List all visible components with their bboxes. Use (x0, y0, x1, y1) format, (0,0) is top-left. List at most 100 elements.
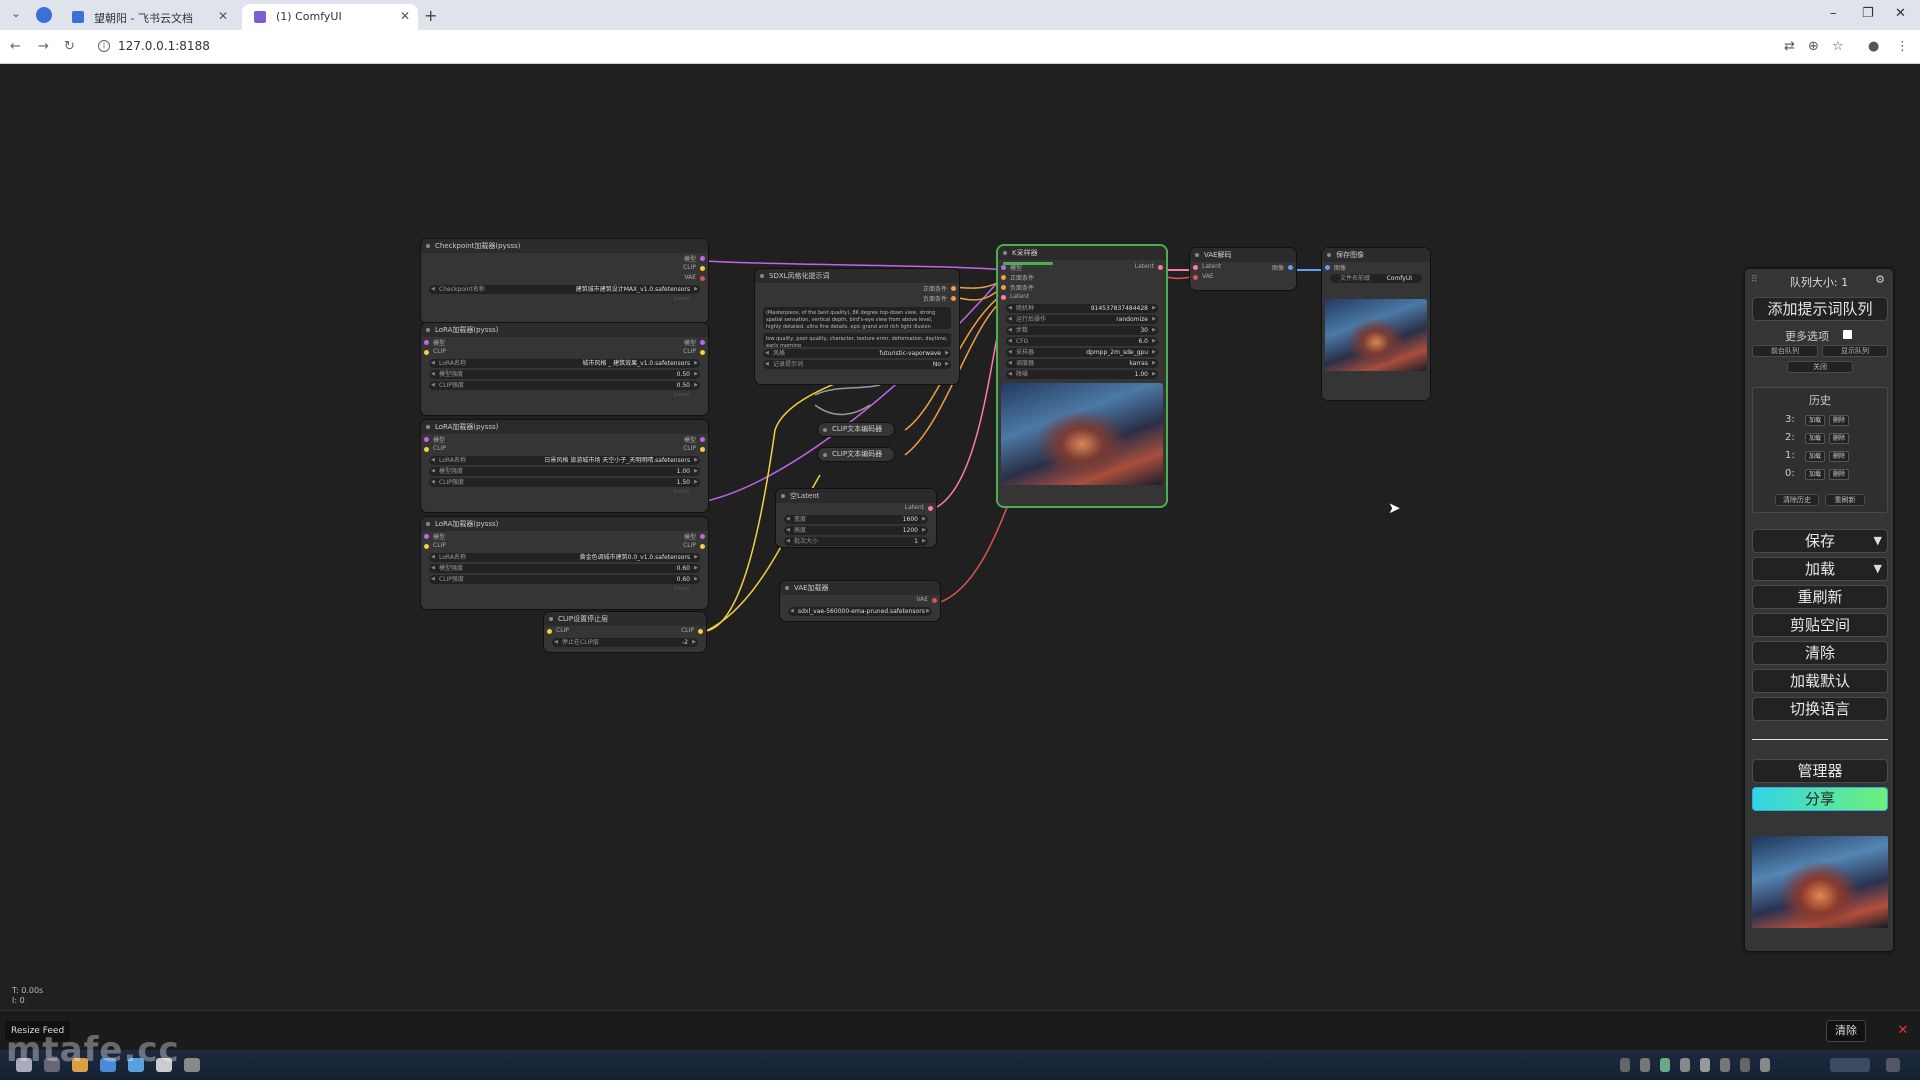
save-button[interactable]: 保存 ▼ (1752, 529, 1888, 553)
browser-extension-icon[interactable] (36, 7, 52, 23)
more-options-checkbox[interactable] (1843, 330, 1852, 339)
browser-menu-icon[interactable]: ⋮ (1896, 39, 1909, 54)
translate-icon[interactable]: ⇄ (1784, 39, 1795, 54)
load-button[interactable]: 加载 ▼ (1752, 557, 1888, 581)
tray-icon[interactable] (1760, 1058, 1770, 1072)
view-queue-button[interactable]: 显示队列 (1822, 345, 1888, 357)
width-widget[interactable]: 宽度 1600 (784, 515, 928, 524)
batch-size-widget[interactable]: 批次大小 1 (784, 537, 928, 546)
image-input-slot[interactable] (1325, 265, 1330, 270)
clip-output-slot[interactable] (698, 629, 703, 634)
empty-latent-node[interactable]: 空Latent Latent 宽度 1600 高度 1200 批次大小 1 (776, 489, 936, 547)
manager-button[interactable]: 管理器 (1752, 759, 1888, 783)
model-strength-widget[interactable]: 模型强度 0.60 (429, 564, 700, 573)
lora-name-widget[interactable]: LoRA名称 日景风格 旅游城市场 天空小子_天明明晴.safetensors (429, 456, 700, 465)
tab-search-icon[interactable]: ⌄ (8, 7, 24, 23)
latest-image-thumbnail[interactable] (1752, 836, 1888, 928)
model-strength-widget[interactable]: 模型强度 0.50 (429, 370, 700, 379)
clip-input-slot[interactable] (424, 544, 429, 549)
clip-output-slot[interactable] (700, 350, 705, 355)
control-after-generate-widget[interactable]: 运行后操作 randomize (1006, 315, 1158, 324)
clip-text-encode-node[interactable]: CLIP文本编码器 (818, 448, 894, 461)
sdxl-style-prompt-node[interactable]: SDXL风格化提示词 正面条件 负面条件 (Masterpiece, of th… (755, 269, 959, 384)
positive-prompt-textarea[interactable]: (Masterpiece, of the best quality), 8K d… (763, 307, 951, 329)
latent-input-slot[interactable] (1001, 295, 1006, 300)
url-field[interactable]: 127.0.0.1:8188 (118, 39, 210, 53)
minimize-window-icon[interactable]: – (1830, 6, 1837, 21)
save-image-node[interactable]: 保存图像 图像 文件名前缀 ComfyUI (1322, 248, 1430, 400)
tray-icon[interactable] (1720, 1058, 1730, 1072)
back-icon[interactable]: ← (10, 39, 21, 54)
clip-input-slot[interactable] (547, 629, 552, 634)
tray-icon[interactable] (1700, 1058, 1710, 1072)
app-icon[interactable] (184, 1058, 200, 1072)
load-default-button[interactable]: 加载默认 (1752, 669, 1888, 693)
sampler-widget[interactable]: 采样器 dpmpp_2m_sde_gpu (1006, 348, 1158, 357)
clipspace-button[interactable]: 剪贴空间 (1752, 613, 1888, 637)
steps-widget[interactable]: 步数 30 (1006, 326, 1158, 335)
negative-prompt-textarea[interactable]: low quality, poor quality, character, te… (763, 333, 951, 347)
close-window-icon[interactable]: ✕ (1895, 6, 1906, 21)
close-tab-icon[interactable]: ✕ (218, 9, 228, 23)
style-widget[interactable]: 风格 futuristic-vaporwave (763, 349, 951, 358)
profile-icon[interactable]: ● (1868, 39, 1879, 54)
bookmark-star-icon[interactable]: ☆ (1832, 39, 1844, 54)
new-tab-icon[interactable]: + (424, 6, 437, 25)
model-strength-widget[interactable]: 模型强度 1.00 (429, 467, 700, 476)
clip-strength-widget[interactable]: CLIP强度 0.60 (429, 575, 700, 584)
vae-name-widget[interactable]: sdxl_vae-560000-ema-pruned.safetensors (788, 607, 932, 616)
model-output-slot[interactable] (700, 340, 705, 345)
site-info-icon[interactable]: i (98, 40, 110, 52)
clear-history-button[interactable]: 清除历史 (1775, 494, 1819, 506)
positive-input-slot[interactable] (1001, 275, 1006, 280)
tray-icon[interactable] (1620, 1058, 1630, 1072)
positive-output-slot[interactable] (951, 286, 956, 291)
vae-decode-node[interactable]: VAE解码 Latent 图像 VAE (1190, 248, 1296, 290)
clip-output-slot[interactable] (700, 447, 705, 452)
history-load-button[interactable]: 加载 (1805, 415, 1825, 426)
tray-icon[interactable] (1640, 1058, 1650, 1072)
clear-workflow-button[interactable]: 清除 (1752, 641, 1888, 665)
model-input-slot[interactable] (1001, 265, 1006, 270)
lora-loader-node[interactable]: LoRA加载器(pysss) 模型 模型 CLIP CLIP LoRA名称 黄金色调城… (421, 517, 708, 609)
seed-widget[interactable]: 随机种 914537837484428 (1006, 304, 1158, 313)
negative-output-slot[interactable] (951, 296, 956, 301)
lora-loader-node[interactable]: LoRA加载器(pysss) 模型 模型 CLIP CLIP LoRA名称 城市风格 … (421, 323, 708, 415)
history-load-button[interactable]: 加载 (1805, 469, 1825, 480)
saved-image-preview[interactable] (1325, 299, 1427, 371)
latent-output-slot[interactable] (1158, 265, 1163, 270)
reload-icon[interactable]: ↻ (64, 39, 75, 54)
close-button[interactable]: 关闭 (1787, 361, 1853, 373)
model-output-slot[interactable] (700, 437, 705, 442)
share-button[interactable]: 分享 (1752, 787, 1888, 811)
queue-front-button[interactable]: 前台队列 (1752, 345, 1818, 357)
switch-language-button[interactable]: 切换语言 (1752, 697, 1888, 721)
tab-comfyui[interactable]: (1) ComfyUI ✕ (242, 4, 418, 30)
filename-prefix-widget[interactable]: 文件名前缀 ComfyUI (1330, 274, 1422, 283)
lora-name-widget[interactable]: LoRA名称 城市风格 _ 建筑效果_v1.0.safetensors (429, 359, 700, 368)
close-feed-icon[interactable]: ✕ (1894, 1022, 1912, 1040)
refresh-button[interactable]: 重刷新 (1752, 585, 1888, 609)
clip-input-slot[interactable] (424, 447, 429, 452)
vae-input-slot[interactable] (1193, 275, 1198, 280)
cfg-widget[interactable]: CFG 6.0 (1006, 337, 1158, 346)
zoom-icon[interactable]: ⊕ (1808, 39, 1819, 54)
history-load-button[interactable]: 加载 (1805, 451, 1825, 462)
clip-strength-widget[interactable]: CLIP强度 0.50 (429, 381, 700, 390)
clip-set-last-layer-node[interactable]: CLIP设置停止层 CLIP CLIP 停止在CLIP层 -2 (544, 612, 706, 652)
tray-icon[interactable] (1660, 1058, 1670, 1072)
restore-window-icon[interactable]: ❐ (1862, 6, 1874, 21)
clip-input-slot[interactable] (424, 350, 429, 355)
history-delete-button[interactable]: 删除 (1829, 469, 1849, 480)
ksampler-node[interactable]: K采样器 模型 Latent 正面条件 负面条件 Latent 随机种 914537… (996, 244, 1168, 508)
notification-icon[interactable] (1886, 1058, 1900, 1072)
latent-input-slot[interactable] (1193, 265, 1198, 270)
model-output-slot[interactable] (700, 256, 705, 261)
history-delete-button[interactable]: 删除 (1829, 451, 1849, 462)
clip-output-slot[interactable] (700, 266, 705, 271)
checkpoint-name-widget[interactable]: Checkpoint名称 建筑城市建筑设计MAX_v1.0.safetensors (429, 285, 700, 294)
model-input-slot[interactable] (424, 340, 429, 345)
negative-input-slot[interactable] (1001, 285, 1006, 290)
vae-output-slot[interactable] (932, 598, 937, 603)
latent-output-slot[interactable] (928, 506, 933, 511)
